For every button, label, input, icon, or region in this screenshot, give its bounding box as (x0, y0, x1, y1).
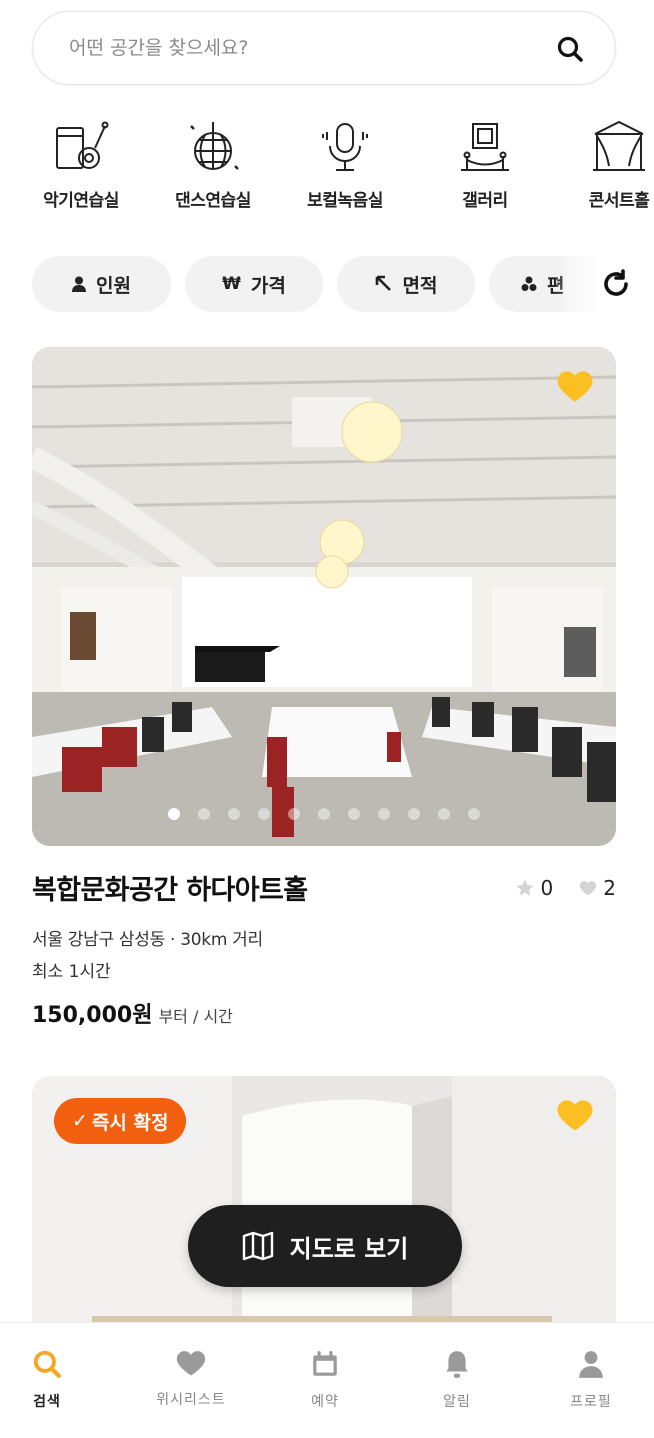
pagination-dot[interactable] (288, 808, 300, 820)
rating-value: 0 (540, 876, 554, 900)
filter-label: 인원 (96, 274, 131, 297)
nav-search[interactable]: 검색 (0, 1349, 102, 1411)
listing-title[interactable]: 복합문화공간 하다아트홀 (32, 868, 308, 907)
listing-min-time: 최소 1시간 (32, 962, 111, 982)
category-label: 댄스연습실 (175, 191, 251, 211)
category-concert[interactable]: 콘서트홀 (564, 118, 654, 211)
refresh-icon[interactable] (598, 266, 634, 302)
profile-icon (579, 1351, 603, 1378)
listing-location: 서울 강남구 삼성동 · 30km 거리 (32, 930, 263, 950)
listing-price: 150,000원 (32, 1003, 153, 1028)
pagination-dot[interactable] (348, 808, 360, 820)
category-dance[interactable]: 댄스연습실 (158, 118, 268, 211)
filter-chips: 인원 ₩ 가격 면적 편 (32, 256, 654, 314)
bottom-nav: 검색 위시리스트 예약 알림 프로필 (0, 1322, 654, 1438)
concert-stage-icon (593, 120, 645, 171)
photo-pagination (32, 808, 616, 820)
search-icon (33, 1350, 61, 1378)
filter-label: 면적 (402, 274, 438, 297)
heart-icon[interactable] (556, 1098, 594, 1132)
disco-ball-icon (190, 122, 239, 170)
search-bar[interactable] (32, 11, 616, 85)
filter-price[interactable]: ₩ 가격 (185, 256, 323, 312)
check-icon: ✓ (72, 1110, 88, 1132)
star-icon (516, 879, 533, 896)
nav-label: 알림 (443, 1394, 471, 1410)
pagination-dot[interactable] (438, 808, 450, 820)
pagination-dot[interactable] (168, 808, 180, 820)
pagination-dot[interactable] (378, 808, 390, 820)
listing-photo[interactable] (32, 347, 616, 846)
person-icon (72, 276, 87, 292)
instant-confirm-badge: ✓ 즉시 확정 (54, 1098, 187, 1144)
pagination-dot[interactable] (198, 808, 210, 820)
heart-count-icon (580, 881, 597, 896)
heart-icon[interactable] (556, 369, 594, 403)
amenities-icon (521, 276, 537, 291)
map-view-button[interactable]: 지도로 보기 (188, 1205, 462, 1287)
listing-price-row: 150,000원 부터 / 시간 (32, 997, 233, 1029)
nav-profile[interactable]: 프로필 (536, 1349, 646, 1411)
category-label: 보컬녹음실 (307, 191, 383, 211)
nav-alerts[interactable]: 알림 (402, 1349, 512, 1411)
calendar-icon (313, 1351, 337, 1376)
category-instrument[interactable]: 악기연습실 (38, 118, 136, 211)
search-icon[interactable] (553, 32, 587, 66)
instrument-icon (56, 121, 109, 169)
badge-label: 즉시 확정 (91, 1111, 169, 1134)
nav-wishlist[interactable]: 위시리스트 (136, 1349, 246, 1409)
category-row: 악기연습실 댄스연습실 보컬녹음실 갤러리 콘서트홀 (38, 118, 654, 218)
filter-people[interactable]: 인원 (32, 256, 171, 312)
nav-label: 프로필 (570, 1394, 612, 1410)
hall-photo (32, 347, 616, 846)
pagination-dot[interactable] (408, 808, 420, 820)
nav-label: 위시리스트 (156, 1392, 226, 1408)
won-icon: ₩ (222, 274, 241, 294)
pagination-dot[interactable] (318, 808, 330, 820)
listing-stats: 0 2 (515, 876, 616, 900)
microphone-icon (322, 123, 368, 171)
category-vocal[interactable]: 보컬녹음실 (290, 118, 400, 211)
filter-area[interactable]: 면적 (337, 256, 475, 312)
category-label: 갤러리 (462, 191, 508, 211)
search-input[interactable] (69, 30, 539, 66)
pagination-dot[interactable] (468, 808, 480, 820)
gallery-frame-icon (461, 123, 509, 171)
nav-label: 검색 (33, 1394, 61, 1410)
pagination-dot[interactable] (228, 808, 240, 820)
filter-label: 가격 (250, 274, 286, 297)
pagination-dot[interactable] (258, 808, 270, 820)
category-label: 콘서트홀 (588, 191, 650, 211)
nav-label: 예약 (311, 1394, 339, 1410)
category-label: 악기연습실 (43, 191, 119, 211)
category-gallery[interactable]: 갤러리 (430, 118, 540, 211)
likes-count: 2 (603, 876, 616, 900)
listing-price-unit: 부터 / 시간 (158, 1007, 233, 1026)
map-icon (242, 1231, 273, 1261)
heart-icon (176, 1351, 206, 1376)
resize-arrow-icon (375, 275, 391, 291)
map-button-label: 지도로 보기 (289, 1234, 409, 1263)
bell-icon (446, 1351, 468, 1378)
nav-booking[interactable]: 예약 (270, 1349, 380, 1411)
